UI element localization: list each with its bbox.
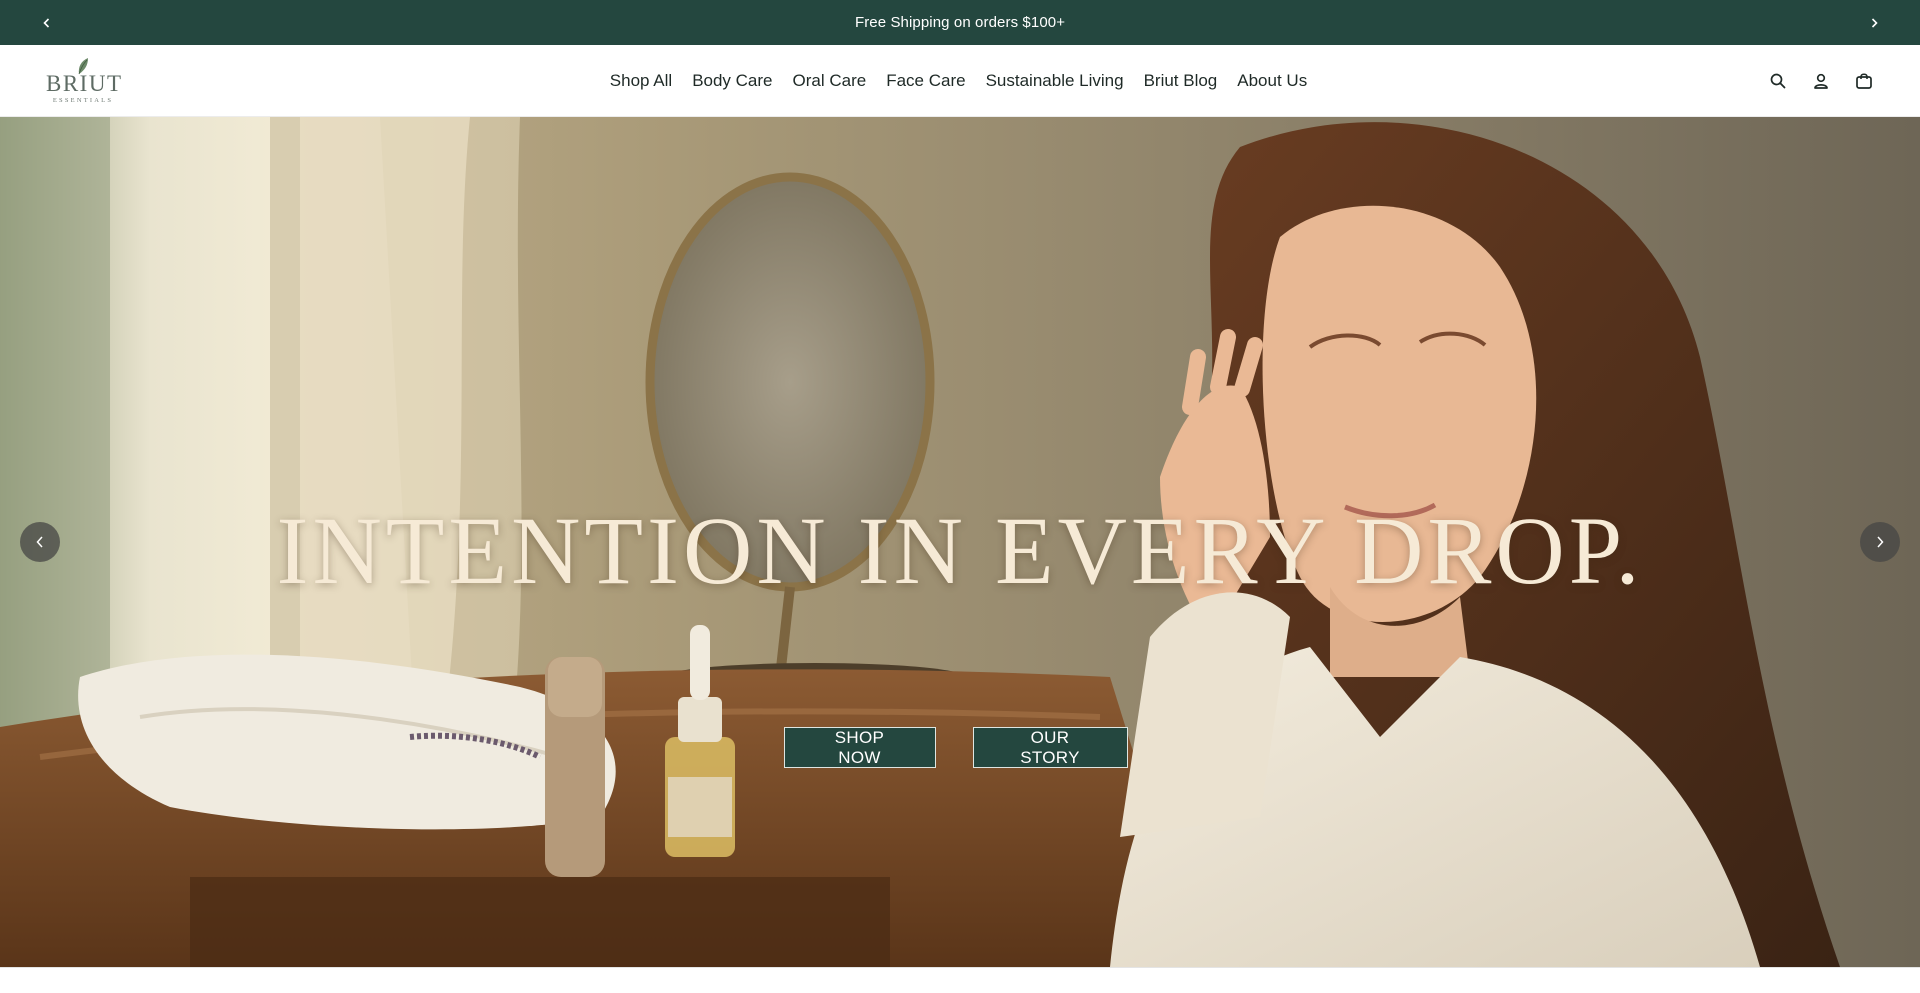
slideshow-next-button[interactable] [1860,522,1900,562]
announcement-bar: Free Shipping on orders $100+ [0,0,1920,45]
announcement-next-button[interactable] [1851,0,1896,45]
hero-cta-group: SHOP NOW OUR STORY [0,727,1920,768]
search-icon [1770,73,1786,89]
nav-sustainable-living[interactable]: Sustainable Living [976,71,1134,91]
hero-slideshow: INTENTION IN EVERY DROP. SHOP NOW OUR ST… [0,117,1920,967]
nav-face-care[interactable]: Face Care [876,71,975,91]
announcement-prev-button[interactable] [24,0,69,45]
hero-title: INTENTION IN EVERY DROP. [276,497,1644,604]
nav-about-us[interactable]: About Us [1227,71,1317,91]
chevron-right-icon [1877,536,1884,548]
account-icon [1814,73,1828,89]
logo-subtitle: ESSENTIALS [52,97,114,104]
page-bottom-edge [0,967,1920,993]
chevron-right-icon [1871,17,1878,28]
nav-oral-care[interactable]: Oral Care [783,71,877,91]
announcement-text: Free Shipping on orders $100+ [854,14,1066,31]
nav-briut-blog[interactable]: Briut Blog [1134,71,1228,91]
nav-shop-all[interactable]: Shop All [600,71,682,91]
account-button[interactable] [1811,71,1831,91]
shop-now-button[interactable]: SHOP NOW [783,727,936,768]
main-nav: Shop All Body Care Oral Care Face Care S… [0,45,1920,117]
cart-icon [1856,73,1872,89]
slideshow-prev-button[interactable] [20,522,60,562]
our-story-button[interactable]: OUR STORY [972,727,1128,768]
brand-logo[interactable]: BRIUT ESSENTIALS [46,55,123,107]
cart-button[interactable] [1854,71,1874,91]
header-actions [1768,45,1874,117]
search-button[interactable] [1768,71,1788,91]
nav-body-care[interactable]: Body Care [682,71,782,91]
logo-wordmark: BRIUT [46,71,123,96]
chevron-left-icon [42,17,49,28]
site-header: BRIUT ESSENTIALS Shop All Body Care Oral… [0,45,1920,117]
chevron-left-icon [36,536,43,548]
